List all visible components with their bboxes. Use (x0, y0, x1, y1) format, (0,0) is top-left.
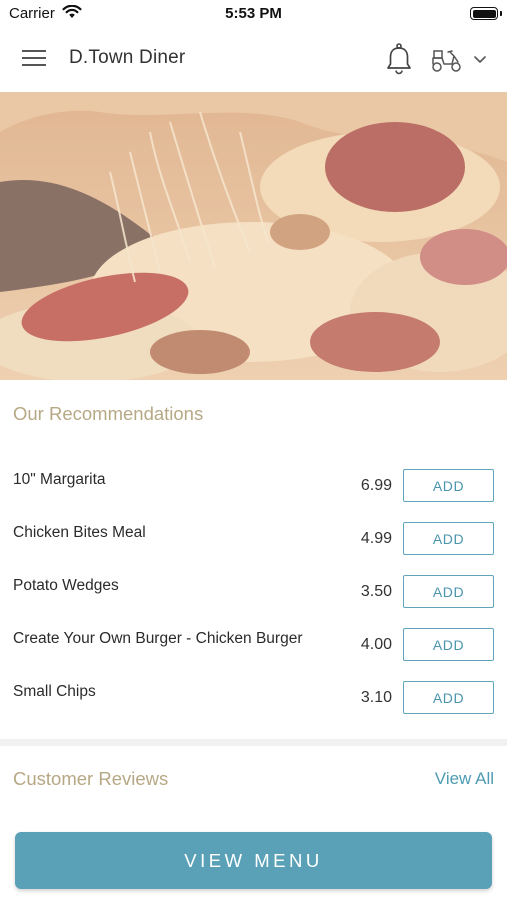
add-button[interactable]: ADD (403, 469, 494, 502)
list-item: Small Chips 3.10 ADD (0, 681, 507, 721)
status-bar: Carrier 5:53 PM (0, 0, 507, 28)
item-price: 4.99 (360, 530, 392, 547)
section-divider (0, 739, 507, 746)
list-item: Potato Wedges 3.50 ADD (0, 575, 507, 615)
page-title: D.Town Diner (69, 47, 186, 68)
hero-image (0, 92, 507, 380)
recommendations-title: Our Recommendations (13, 403, 204, 424)
status-time: 5:53 PM (225, 5, 282, 22)
view-menu-button[interactable]: VIEW MENU (15, 832, 492, 889)
scooter-icon[interactable] (430, 46, 464, 74)
hamburger-menu-icon[interactable] (22, 48, 48, 70)
add-button[interactable]: ADD (403, 628, 494, 661)
add-button[interactable]: ADD (403, 681, 494, 714)
add-button[interactable]: ADD (403, 575, 494, 608)
item-price: 3.50 (360, 583, 392, 600)
item-name: 10" Margarita (13, 471, 106, 488)
battery-icon (470, 7, 502, 20)
view-all-link[interactable]: View All (435, 769, 494, 789)
list-item: 10" Margarita 6.99 ADD (0, 469, 507, 509)
chevron-down-icon[interactable] (472, 52, 488, 66)
item-name: Create Your Own Burger - Chicken Burger (13, 630, 303, 647)
reviews-title: Customer Reviews (13, 768, 169, 789)
item-price: 6.99 (360, 477, 392, 494)
item-name: Chicken Bites Meal (13, 524, 146, 541)
app-header: D.Town Diner (0, 28, 507, 92)
item-price: 3.10 (360, 689, 392, 706)
add-button[interactable]: ADD (403, 522, 494, 555)
list-item: Create Your Own Burger - Chicken Burger … (0, 628, 507, 668)
bell-icon[interactable] (384, 42, 414, 76)
item-name: Potato Wedges (13, 577, 119, 594)
item-name: Small Chips (13, 683, 96, 700)
list-item: Chicken Bites Meal 4.99 ADD (0, 522, 507, 562)
item-price: 4.00 (360, 636, 392, 653)
